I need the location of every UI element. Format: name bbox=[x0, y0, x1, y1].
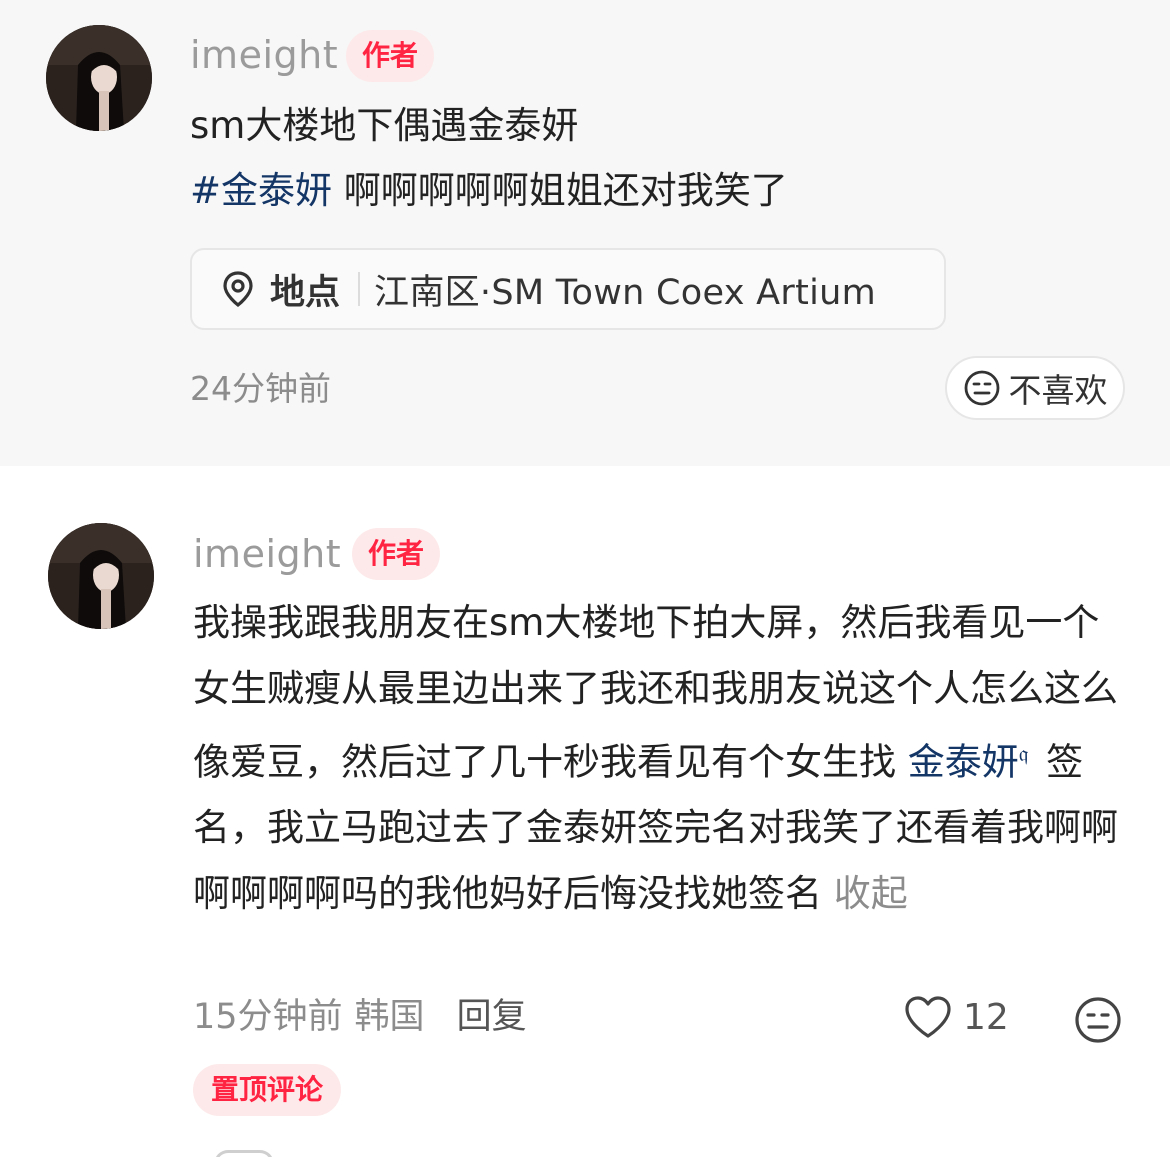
reply-button[interactable]: 回复 bbox=[457, 997, 527, 1037]
dislike-button[interactable]: 不喜欢 bbox=[945, 356, 1125, 420]
comment-timestamp: 15分钟前 bbox=[193, 997, 343, 1037]
collapse-button[interactable]: 收起 bbox=[834, 872, 908, 915]
comment-avatar[interactable] bbox=[48, 523, 154, 629]
comment-thread: imeight 作者 sm大楼地下偶遇金泰妍 #金泰妍 啊啊啊啊啊姐姐还对我笑了… bbox=[0, 0, 1170, 1157]
neutral-face-icon bbox=[964, 370, 999, 406]
comment-author-badge: 作者 bbox=[352, 528, 441, 580]
comment-meta: 15分钟前 韩国 回复 bbox=[193, 994, 527, 1040]
post-body: #金泰妍 啊啊啊啊啊姐姐还对我笑了 bbox=[190, 164, 788, 218]
comment-text: 我操我跟我朋友在sm大楼地下拍大屏，然后我看见一个女生贼瘦从最里边出来了我还和我… bbox=[193, 590, 1128, 927]
comment-region: 韩国 bbox=[354, 997, 425, 1037]
location-value: 江南区·SM Town Coex Artium bbox=[374, 272, 877, 313]
author-badge: 作者 bbox=[346, 30, 435, 82]
next-comment-avatar bbox=[214, 1150, 274, 1157]
post-card: imeight 作者 sm大楼地下偶遇金泰妍 #金泰妍 啊啊啊啊啊姐姐还对我笑了… bbox=[0, 0, 1170, 466]
avatar[interactable] bbox=[46, 25, 152, 131]
search-icon: 𝔮 bbox=[1018, 742, 1029, 767]
neutral-face-icon bbox=[1075, 997, 1121, 1043]
post-title: sm大楼地下偶遇金泰妍 bbox=[190, 104, 579, 147]
avatar-icon bbox=[46, 25, 152, 131]
location-chip[interactable]: 地点 江南区·SM Town Coex Artium bbox=[190, 248, 946, 330]
avatar-icon bbox=[48, 523, 154, 629]
heart-icon bbox=[905, 996, 951, 1038]
location-pin-icon bbox=[223, 271, 253, 308]
comment-author-username[interactable]: imeight bbox=[193, 530, 341, 578]
post-timestamp: 24分钟前 bbox=[190, 369, 331, 408]
author-username[interactable]: imeight bbox=[190, 31, 338, 79]
like-count: 12 bbox=[963, 996, 1009, 1038]
location-label: 地点 bbox=[270, 272, 341, 313]
comment-dislike-button[interactable] bbox=[1073, 995, 1123, 1045]
location-divider bbox=[358, 272, 361, 306]
pinned-comment-badge: 置顶评论 bbox=[193, 1064, 342, 1116]
mention-link[interactable]: 金泰妍 bbox=[908, 740, 1019, 783]
dislike-label: 不喜欢 bbox=[1008, 371, 1108, 410]
hashtag-link[interactable]: #金泰妍 bbox=[190, 169, 332, 212]
post-text: 啊啊啊啊啊姐姐还对我笑了 bbox=[343, 169, 788, 212]
like-button[interactable]: 12 bbox=[903, 994, 1009, 1040]
